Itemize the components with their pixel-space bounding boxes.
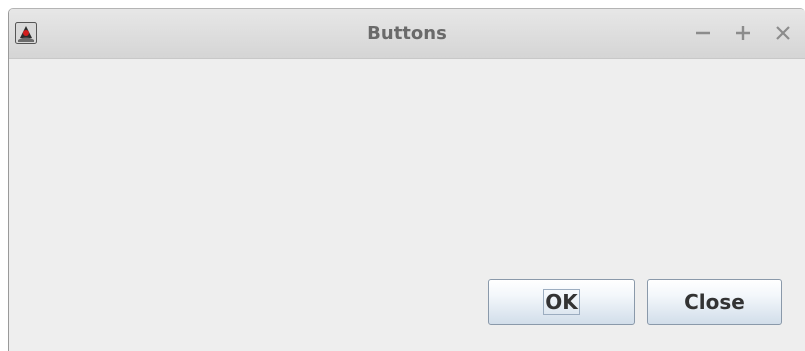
title-bar[interactable]: Buttons bbox=[9, 9, 805, 59]
minimize-icon[interactable] bbox=[690, 21, 716, 45]
close-button[interactable]: Close bbox=[647, 279, 782, 325]
ok-button-label: OK bbox=[543, 289, 580, 315]
ok-button[interactable]: OK bbox=[488, 279, 635, 325]
close-icon[interactable] bbox=[770, 21, 796, 45]
close-button-label: Close bbox=[684, 290, 745, 314]
app-window: Buttons OK Close bbox=[8, 8, 805, 351]
maximize-icon[interactable] bbox=[730, 21, 756, 45]
window-title: Buttons bbox=[367, 23, 447, 44]
content-panel: OK Close bbox=[9, 59, 805, 351]
